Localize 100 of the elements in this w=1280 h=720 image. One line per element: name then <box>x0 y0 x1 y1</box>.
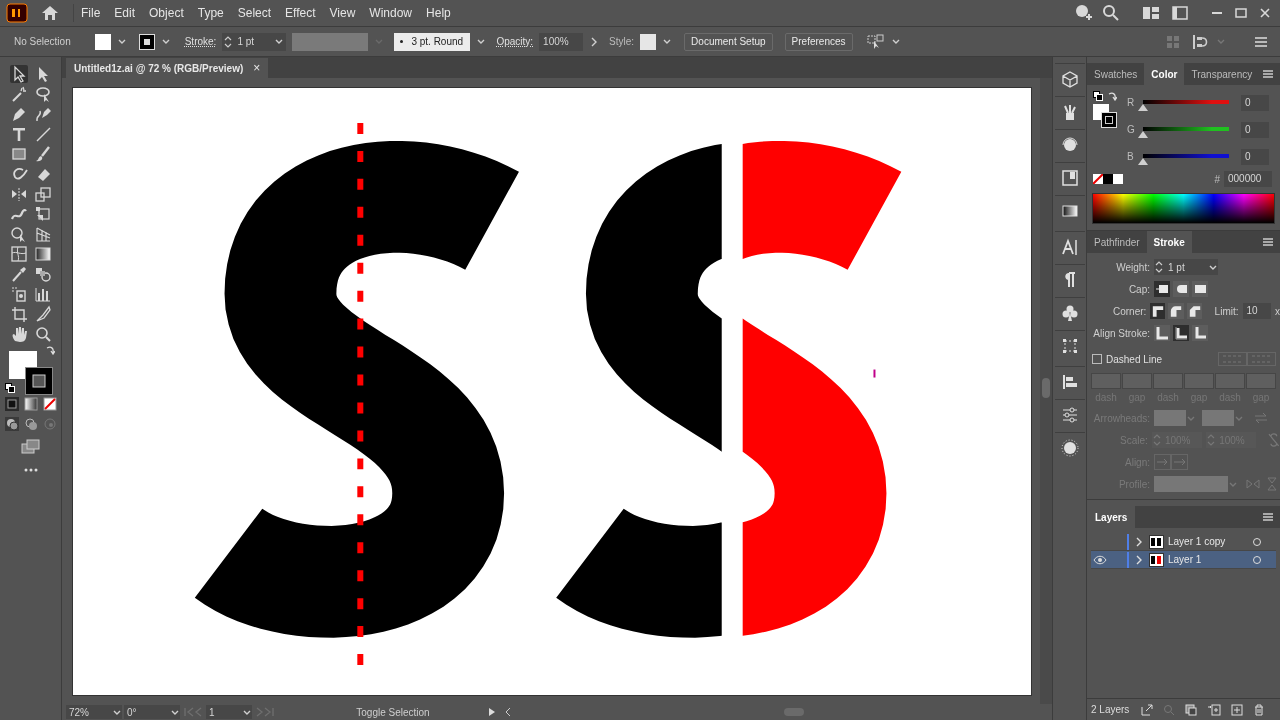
dropdown-chevron-icon[interactable] <box>662 37 673 46</box>
search-icon[interactable] <box>1102 4 1120 22</box>
home-icon[interactable] <box>41 5 59 21</box>
fill-color-swatch-icon[interactable] <box>1093 104 1109 120</box>
artboard-icon[interactable] <box>9 305 28 323</box>
variable-width-field[interactable] <box>292 32 369 51</box>
circle-arrows-icon[interactable] <box>1060 136 1079 154</box>
mesh-icon[interactable] <box>9 245 28 263</box>
panel-tab[interactable]: Transparency <box>1184 63 1260 85</box>
toolbar-button[interactable]: Document Setup <box>684 32 773 51</box>
eyedropper-icon[interactable] <box>9 265 28 283</box>
play-icon[interactable] <box>488 707 496 717</box>
shape-builder-icon[interactable] <box>9 225 28 243</box>
export-icon[interactable] <box>1141 703 1154 716</box>
default-colors-icon[interactable] <box>4 383 15 393</box>
workspace-icon[interactable] <box>1142 6 1160 20</box>
document-tab[interactable]: Untitled1z.ai @ 72 % (RGB/Preview) × <box>66 58 269 78</box>
align-inside-icon[interactable] <box>1173 325 1189 341</box>
align-center-icon[interactable] <box>1154 325 1170 341</box>
color-spectrum[interactable] <box>1092 193 1275 224</box>
close-icon[interactable] <box>1258 6 1272 20</box>
limit-field[interactable]: 10 <box>1242 303 1271 319</box>
sun-icon[interactable] <box>1060 439 1079 457</box>
club-icon[interactable] <box>1060 304 1079 322</box>
menu-item[interactable]: Effect <box>278 4 323 22</box>
butt-cap-icon[interactable] <box>1154 281 1170 297</box>
round-cap-icon[interactable] <box>1173 281 1189 297</box>
swap-arrow-icon[interactable] <box>1107 91 1117 101</box>
color-swatch[interactable] <box>1103 174 1113 184</box>
align-icon[interactable] <box>1192 33 1210 50</box>
square-cap-icon[interactable] <box>1192 281 1208 297</box>
lasso-icon[interactable] <box>33 85 52 103</box>
vertical-scrollbar[interactable] <box>1040 78 1052 704</box>
eye-icon[interactable] <box>1093 554 1107 565</box>
target-circle-icon[interactable] <box>1252 536 1262 547</box>
expand-chevron-icon[interactable] <box>1135 536 1143 547</box>
menu-item[interactable]: Window <box>362 4 420 22</box>
none-mode-icon[interactable] <box>42 397 57 411</box>
fill-swatch[interactable] <box>94 33 111 50</box>
tab-close-button[interactable]: × <box>253 59 261 77</box>
menu-item[interactable]: Edit <box>107 4 143 22</box>
menu-item[interactable]: Select <box>230 4 279 22</box>
gradient-icon[interactable] <box>33 245 52 263</box>
target-circle-icon[interactable] <box>1252 554 1262 565</box>
stroke-swatch-icon[interactable] <box>138 33 155 50</box>
opacity-field[interactable]: 100% <box>539 32 584 51</box>
menu-icon[interactable] <box>1254 35 1268 48</box>
stroke-color-swatch-icon[interactable] <box>24 367 53 395</box>
panel-tab[interactable]: Layers <box>1087 506 1136 528</box>
menu-item[interactable]: File <box>74 4 108 22</box>
artboard-field[interactable]: 1 <box>206 705 252 719</box>
transform-icon[interactable] <box>1060 337 1079 355</box>
dropdown-chevron-icon[interactable] <box>116 37 127 46</box>
toolbar-button[interactable]: Preferences <box>784 32 853 51</box>
menu-icon[interactable] <box>1262 69 1274 79</box>
sliders-icon[interactable] <box>1060 406 1079 424</box>
swap-arrow-icon[interactable] <box>44 345 55 355</box>
reflect-icon[interactable] <box>9 185 28 203</box>
round-join-icon[interactable] <box>1168 303 1184 319</box>
layer-name[interactable]: Layer 1 <box>1168 552 1252 567</box>
more-tools-icon[interactable] <box>23 467 38 473</box>
stroke-label[interactable]: Stroke: <box>184 34 217 49</box>
checkbox[interactable] <box>1092 354 1102 364</box>
draw-normal-icon[interactable] <box>4 417 19 431</box>
user-add-icon[interactable] <box>1074 4 1092 22</box>
new-sublayer-icon[interactable] <box>1207 703 1222 716</box>
bevel-join-icon[interactable] <box>1186 303 1202 319</box>
menu-icon[interactable] <box>1262 237 1274 247</box>
menu-icon[interactable] <box>1262 512 1274 522</box>
expand-chevron-icon[interactable] <box>1135 554 1143 565</box>
value-field[interactable]: 0 <box>1241 121 1269 138</box>
menu-item[interactable]: Object <box>142 4 191 22</box>
select-similar-icon[interactable] <box>866 33 885 50</box>
dropdown-chevron-icon[interactable] <box>160 37 171 46</box>
perspective-grid-icon[interactable] <box>33 225 52 243</box>
panel-layout-icon[interactable] <box>1172 6 1188 20</box>
menu-item[interactable]: View <box>322 4 363 22</box>
app-logo-icon[interactable] <box>6 3 28 23</box>
panel-tab[interactable]: Swatches <box>1087 63 1145 85</box>
align-left-icon[interactable] <box>1060 373 1079 391</box>
panel-tab[interactable]: Color <box>1144 63 1185 85</box>
color-mode-icon[interactable] <box>4 397 19 411</box>
fill-color-swatch-icon[interactable] <box>8 351 37 379</box>
zoom-field[interactable]: 72% <box>66 705 122 719</box>
hex-field[interactable]: 000000 <box>1224 171 1272 187</box>
trash-icon[interactable] <box>1253 703 1266 716</box>
dropdown-chevron-icon[interactable] <box>890 37 901 46</box>
column-graph-icon[interactable] <box>33 285 52 303</box>
rotation-field[interactable]: 0° <box>124 705 180 719</box>
symbol-sprayer-icon[interactable] <box>9 285 28 303</box>
gradient-square-icon[interactable] <box>1060 202 1079 220</box>
slider-thumb[interactable] <box>1138 103 1148 111</box>
character-icon[interactable] <box>1060 238 1079 256</box>
color-swatch[interactable] <box>1113 174 1123 184</box>
panel-tab[interactable]: Stroke <box>1146 231 1192 253</box>
new-layer-icon[interactable] <box>1231 703 1244 716</box>
slider-thumb[interactable] <box>1138 157 1148 165</box>
opacity-label[interactable]: Opacity: <box>496 34 534 49</box>
bookmark-square-icon[interactable] <box>1060 169 1079 187</box>
panel-tab[interactable]: Pathfinder <box>1087 231 1147 253</box>
